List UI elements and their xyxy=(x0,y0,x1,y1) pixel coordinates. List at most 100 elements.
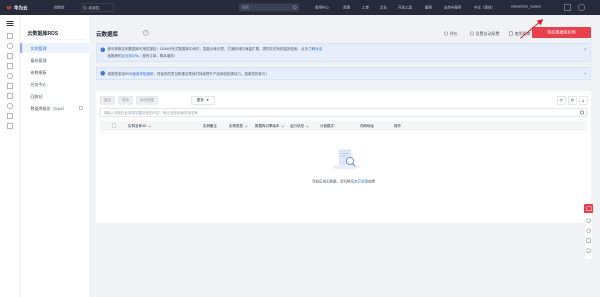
auto-renew-link[interactable]: 设置自动续费 xyxy=(470,31,500,37)
topbar-link-support[interactable]: 支持与服务 xyxy=(444,5,462,10)
table-header: 实例名称/ID 实例备注 实例类型 数据库引擎版本 运行状态 计费模式 内网地址… xyxy=(100,121,587,130)
region-selector[interactable]: 北京四 xyxy=(81,3,114,12)
column-instance-name[interactable]: 实例名称/ID xyxy=(128,123,152,129)
topbar-link-enterprise[interactable]: 企业 xyxy=(380,5,387,10)
banner-link[interactable]: 解对话 xyxy=(311,48,322,52)
restart-button[interactable]: 重启 xyxy=(100,96,115,105)
instance-search-placeholder: 请输入或者在此选择您要检索的内容，默认全部检索实例名称 xyxy=(103,111,199,116)
survey-link[interactable]: 使用体验调研 xyxy=(132,73,153,77)
sidebar-item-recycle-bin[interactable]: 回收站 xyxy=(21,91,91,101)
monitor-icon[interactable] xyxy=(7,103,13,109)
sidebar-item-das[interactable]: 数据库服务（DAS） xyxy=(21,103,91,113)
column-remark: 实例备注 xyxy=(203,124,217,129)
refresh-icon: ⟳ xyxy=(559,98,563,103)
column-instance-type[interactable]: 实例类型 xyxy=(229,123,249,129)
column-private-ip: 内网地址 xyxy=(360,124,374,129)
buy-db-instance-button[interactable]: 购买数据库实例 xyxy=(532,27,591,38)
survey-banner: i 诚邀您参加RDS使用体验调研，您宝贵的意见和建议是我们持续提升产品体验的源动… xyxy=(96,67,591,80)
banner-line-1: 即可获取实例数据库可用性报告！DDM分布式数据库中间件，智能分库分表，打通存储与… xyxy=(108,47,322,52)
search-icon[interactable] xyxy=(580,110,584,115)
network-icon[interactable] xyxy=(7,63,13,69)
banner-line: 诚邀您参加RDS使用体验调研，您宝贵的意见和建议是我们持续提升产品体验的源动力，… xyxy=(108,72,269,77)
user-avatar-icon[interactable] xyxy=(578,4,585,11)
back-to-top-icon[interactable] xyxy=(586,248,591,253)
sidebar-item-label: 回收站 xyxy=(30,94,43,100)
evaluate-link[interactable]: 评价 xyxy=(444,31,458,37)
column-label: 实例备注 xyxy=(203,124,217,129)
global-search-placeholder: 搜索 xyxy=(242,6,249,10)
menu-icon[interactable] xyxy=(6,21,14,26)
topbar-link-dev-tools[interactable]: 开发工具 xyxy=(398,5,412,10)
topbar-link-tickets[interactable]: 工单 xyxy=(362,5,369,10)
modify-spec-button[interactable]: 修改规格 xyxy=(136,96,158,105)
chevron-down-icon: ▼ xyxy=(206,99,210,102)
topbar-link-billing[interactable]: 费用中心 xyxy=(315,5,329,10)
sidebar-item-label: 任务中心 xyxy=(30,82,47,88)
topbar-link-resources[interactable]: 资源 xyxy=(343,5,350,10)
home-icon[interactable] xyxy=(7,33,13,39)
service-icon-rail xyxy=(0,15,20,297)
empty-state-prefix: 当前区域无数据，请切换至 xyxy=(312,180,354,184)
chat-icon[interactable] xyxy=(584,204,593,213)
empty-state-text: 当前区域无数据，请切换至其它资源查看 xyxy=(96,179,591,184)
banner-text: ，您宝贵的意见和建议是我们持续提升产品体验的源动力，感谢您的参与！ xyxy=(153,72,269,77)
more-dropdown[interactable]: 更多 ▼ xyxy=(191,96,215,105)
sidebar-item-backups[interactable]: 备份管理 xyxy=(21,55,91,65)
info-icon: i xyxy=(100,47,105,52)
screen: 华为云 控制台 北京四 搜索 费用中心 资源 工单 企业 开发工具 备案 支持与… xyxy=(0,0,600,297)
sidebar-item-instances[interactable]: 实例管理 xyxy=(20,43,91,53)
help-icon[interactable]: ? xyxy=(143,30,149,36)
sidebar-item-label: 备份管理 xyxy=(30,58,47,64)
instance-search-input[interactable]: 请输入或者在此选择您要检索的内容，默认全部检索实例名称 xyxy=(100,108,587,117)
storage-icon[interactable] xyxy=(7,73,13,79)
filter-icon xyxy=(147,123,152,128)
more-label: 更多 xyxy=(196,98,204,103)
empty-state-suffix: 查看 xyxy=(368,180,375,184)
cloud-icon[interactable] xyxy=(7,43,13,49)
top-bar: 华为云 控制台 北京四 搜索 费用中心 资源 工单 企业 开发工具 备案 支持与… xyxy=(0,0,600,15)
account-name[interactable]: stewartzho_huawei xyxy=(511,5,541,9)
banner-text: 我推荐的 xyxy=(107,54,122,59)
region-label: 北京四 xyxy=(88,6,100,11)
other-resources-link[interactable]: 其它资源 xyxy=(354,180,368,184)
banner-link[interactable]: 支业务DRs xyxy=(122,55,139,59)
gear-icon: ⚙ xyxy=(570,98,575,103)
compute-icon[interactable] xyxy=(7,53,13,59)
column-engine-version[interactable]: 数据库引擎版本 xyxy=(255,123,285,129)
global-search-input[interactable]: 搜索 xyxy=(239,3,299,12)
language-selector[interactable]: 中文（简体） xyxy=(474,5,495,10)
message-icon[interactable] xyxy=(564,4,571,11)
help-icon[interactable] xyxy=(586,218,591,223)
settings-button[interactable]: ⚙ xyxy=(568,96,577,105)
info-icon: i xyxy=(100,71,105,76)
feedback-icon[interactable] xyxy=(586,228,591,233)
banner-line-2: 我推荐的支业务DRs，我的订单，降本增效! xyxy=(108,54,175,59)
column-label: 运行状态 xyxy=(290,124,304,129)
floating-toolbar xyxy=(584,204,593,260)
banner-text: 即可获取实例数据库可用性报告！DDM分布式数据库中间件，智能分库分表，打通存储与… xyxy=(107,47,312,52)
stack-icon[interactable] xyxy=(7,123,13,129)
column-label: 数据库引擎版本 xyxy=(255,124,280,129)
topbar-link-icp[interactable]: 备案 xyxy=(425,5,432,10)
column-label: 实例名称/ID xyxy=(128,124,147,129)
sidebar-item-task-center[interactable]: 任务中心 xyxy=(21,79,91,89)
security-icon[interactable] xyxy=(7,93,13,99)
sidebar-item-parameter-templates[interactable]: 参数模板 xyxy=(21,67,91,77)
console-link[interactable]: 控制台 xyxy=(54,5,65,10)
column-status[interactable]: 运行状态 xyxy=(290,123,310,129)
database-icon[interactable] xyxy=(7,83,13,89)
login-button[interactable]: 登录 xyxy=(118,96,133,105)
filter-icon xyxy=(305,123,310,128)
banner-text: 诚邀您参加RDS xyxy=(107,72,133,77)
close-icon[interactable]: × xyxy=(584,71,587,76)
brand-name[interactable]: 华为云 xyxy=(14,5,28,12)
select-all-checkbox[interactable] xyxy=(112,123,116,128)
page-title: 云数据库 xyxy=(96,31,118,38)
close-icon[interactable]: × xyxy=(584,47,587,52)
download-icon[interactable] xyxy=(7,113,13,119)
edit-icon[interactable] xyxy=(586,238,591,243)
refresh-button[interactable]: ⟳ xyxy=(557,96,566,105)
export-button[interactable]: ⤓ xyxy=(579,96,588,105)
clock-icon xyxy=(470,31,474,36)
column-label: 操作 xyxy=(394,124,401,129)
